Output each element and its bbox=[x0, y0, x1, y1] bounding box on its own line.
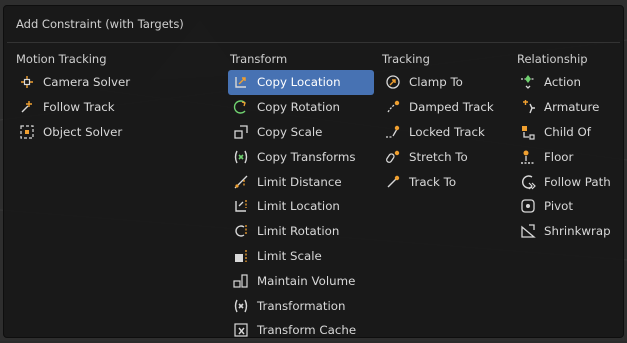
menu-item-label: Limit Location bbox=[257, 199, 340, 214]
track-to-icon bbox=[384, 174, 402, 190]
menu-item-maintain-volume[interactable]: Maintain Volume bbox=[228, 268, 374, 293]
menu-item-label: Limit Rotation bbox=[257, 224, 340, 239]
menu-item-transformation[interactable]: Transformation bbox=[228, 293, 374, 318]
menu-item-label: Transformation bbox=[257, 298, 346, 313]
menu-item-follow-path[interactable]: Follow Path bbox=[515, 169, 625, 194]
menu-item-transform-cache[interactable]: Transform Cache bbox=[228, 318, 374, 343]
stretch-to-icon bbox=[384, 149, 402, 165]
menu-item-label: Stretch To bbox=[409, 149, 468, 164]
child-of-icon bbox=[519, 124, 537, 140]
menu-item-follow-track[interactable]: Follow Track bbox=[14, 95, 214, 120]
limit-location-icon bbox=[232, 198, 250, 214]
add-constraint-menu: Add Constraint (with Targets) Motion Tra… bbox=[3, 5, 624, 338]
menu-item-pivot[interactable]: Pivot bbox=[515, 194, 625, 219]
menu-item-action[interactable]: Action bbox=[515, 70, 625, 95]
menu-item-limit-rotation[interactable]: Limit Rotation bbox=[228, 219, 374, 244]
transformation-icon bbox=[232, 298, 250, 314]
armature-icon bbox=[519, 99, 537, 115]
camera-solver-icon bbox=[18, 74, 36, 90]
menu-item-label: Floor bbox=[544, 149, 574, 164]
action-icon bbox=[519, 74, 537, 90]
column-header: Motion Tracking bbox=[16, 52, 107, 66]
column-header: Tracking bbox=[382, 52, 430, 66]
menu-item-limit-distance[interactable]: Limit Distance bbox=[228, 169, 374, 194]
menu-item-clamp-to[interactable]: Clamp To bbox=[380, 70, 510, 95]
copy-transforms-icon bbox=[232, 149, 250, 165]
menu-item-copy-scale[interactable]: Copy Scale bbox=[228, 120, 374, 145]
menu-item-label: Limit Distance bbox=[257, 174, 342, 189]
menu-item-copy-location[interactable]: Copy Location bbox=[228, 70, 374, 95]
menu-item-camera-solver[interactable]: Camera Solver bbox=[14, 70, 214, 95]
menu-item-track-to[interactable]: Track To bbox=[380, 169, 510, 194]
menu-item-floor[interactable]: Floor bbox=[515, 144, 625, 169]
menu-item-label: Track To bbox=[409, 174, 457, 189]
follow-path-icon bbox=[519, 174, 537, 190]
menu-item-armature[interactable]: Armature bbox=[515, 95, 625, 120]
copy-scale-icon bbox=[232, 124, 250, 140]
menu-item-label: Pivot bbox=[544, 199, 573, 214]
transform-cache-icon bbox=[232, 322, 250, 338]
limit-distance-icon bbox=[232, 174, 250, 190]
menu-item-label: Copy Transforms bbox=[257, 149, 356, 164]
menu-title: Add Constraint (with Targets) bbox=[16, 17, 184, 31]
limit-rotation-icon bbox=[232, 223, 250, 239]
menu-item-label: Copy Location bbox=[257, 75, 341, 90]
shrinkwrap-icon bbox=[519, 223, 537, 239]
column-header: Transform bbox=[230, 52, 288, 66]
follow-track-icon bbox=[18, 99, 36, 115]
menu-item-label: Shrinkwrap bbox=[544, 224, 611, 239]
column-header: Relationship bbox=[517, 52, 588, 66]
clamp-to-icon bbox=[384, 74, 402, 90]
menu-item-label: Armature bbox=[544, 100, 600, 115]
menu-item-label: Locked Track bbox=[409, 124, 485, 139]
menu-item-stretch-to[interactable]: Stretch To bbox=[380, 144, 510, 169]
copy-location-icon bbox=[232, 74, 250, 90]
limit-scale-icon bbox=[232, 248, 250, 264]
object-solver-icon bbox=[18, 124, 36, 140]
pivot-icon bbox=[519, 198, 537, 214]
menu-item-label: Child Of bbox=[544, 124, 591, 139]
menu-item-shrinkwrap[interactable]: Shrinkwrap bbox=[515, 219, 625, 244]
menu-item-damped-track[interactable]: Damped Track bbox=[380, 95, 510, 120]
menu-item-label: Action bbox=[544, 75, 581, 90]
menu-item-label: Copy Rotation bbox=[257, 100, 341, 115]
menu-item-object-solver[interactable]: Object Solver bbox=[14, 120, 214, 145]
menu-item-label: Clamp To bbox=[409, 75, 463, 90]
menu-item-label: Maintain Volume bbox=[257, 273, 356, 288]
menu-item-limit-location[interactable]: Limit Location bbox=[228, 194, 374, 219]
menu-item-label: Damped Track bbox=[409, 100, 494, 115]
menu-item-label: Object Solver bbox=[43, 124, 123, 139]
menu-item-label: Transform Cache bbox=[257, 323, 357, 338]
column-tracking: Tracking Clamp To Damped Track Locked Trac… bbox=[380, 48, 510, 194]
column-relationship: Relationship Action Armature Child Of Floor… bbox=[515, 48, 625, 244]
column-transform: Transform Copy Location Copy Rotation Copy… bbox=[228, 48, 374, 343]
menu-item-label: Limit Scale bbox=[257, 248, 322, 263]
menu-item-limit-scale[interactable]: Limit Scale bbox=[228, 244, 374, 269]
column-motion-tracking: Motion Tracking Camera Solver Follow Trac… bbox=[14, 48, 214, 144]
maintain-volume-icon bbox=[232, 273, 250, 289]
menu-item-child-of[interactable]: Child Of bbox=[515, 120, 625, 145]
menu-item-copy-transforms[interactable]: Copy Transforms bbox=[228, 144, 374, 169]
title-separator bbox=[7, 42, 620, 43]
locked-track-icon bbox=[384, 124, 402, 140]
floor-icon bbox=[519, 149, 537, 165]
damped-track-icon bbox=[384, 99, 402, 115]
menu-item-label: Follow Track bbox=[43, 100, 115, 115]
menu-item-label: Camera Solver bbox=[43, 75, 131, 90]
menu-item-copy-rotation[interactable]: Copy Rotation bbox=[228, 95, 374, 120]
copy-rotation-icon bbox=[232, 99, 250, 115]
menu-item-locked-track[interactable]: Locked Track bbox=[380, 120, 510, 145]
menu-item-label: Follow Path bbox=[544, 174, 611, 189]
menu-item-label: Copy Scale bbox=[257, 124, 323, 139]
